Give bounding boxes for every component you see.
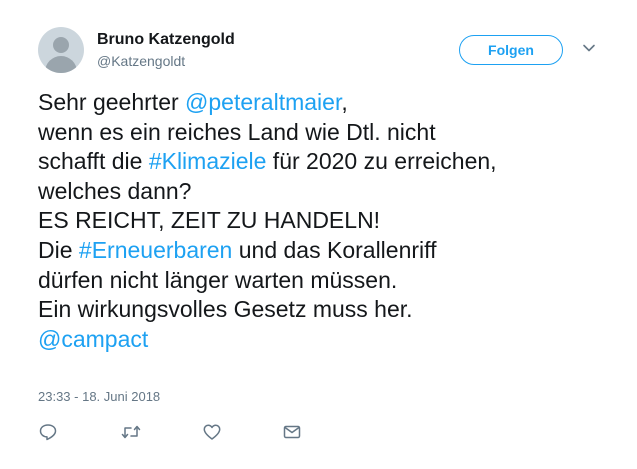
follow-button-label: Folgen [488, 42, 534, 58]
tweet-text-line: schafft die #Klimaziele für 2020 zu erre… [38, 147, 598, 177]
tweet-text-line: Die #Erneuerbaren und das Korallenriff [38, 236, 598, 266]
tweet-text-segment: dürfen nicht länger warten müssen. [38, 266, 398, 293]
tweet-text-segment: Die [38, 236, 79, 263]
author-name[interactable]: Bruno Katzengold [97, 31, 235, 49]
tweet-text-line: Sehr geehrter @peteraltmaier, [38, 88, 598, 118]
retweet-icon[interactable] [120, 422, 142, 444]
tweet-text-segment: wenn es ein reiches Land wie Dtl. nicht [38, 118, 436, 145]
tweet-text-segment: ES REICHT, ZEIT ZU HANDELN! [38, 207, 381, 234]
tweet-text-line: ES REICHT, ZEIT ZU HANDELN! [38, 206, 598, 236]
avatar[interactable] [38, 27, 84, 73]
mention-link[interactable]: @campact [38, 326, 148, 352]
mention-link[interactable]: @peteraltmaier [185, 89, 341, 115]
tweet-text-segment: Ein wirkungsvolles Gesetz muss her. [38, 296, 413, 323]
tweet-text-segment: , [341, 89, 348, 115]
direct-message-icon[interactable] [282, 422, 304, 444]
tweet-text-line: dürfen nicht länger warten müssen. [38, 266, 598, 296]
tweet-text-segment: welches dann? [38, 177, 192, 204]
tweet-text-segment: schafft die [38, 148, 149, 175]
avatar-head [53, 37, 69, 53]
chevron-down-icon[interactable] [582, 41, 596, 55]
follow-button[interactable]: Folgen [459, 35, 563, 65]
avatar-body [45, 56, 77, 73]
tweet-text: Sehr geehrter @peteraltmaier, wenn es ein… [38, 88, 598, 354]
tweet-text-segment: und das Korallenriff [232, 236, 437, 263]
like-icon[interactable] [202, 422, 224, 444]
reply-icon[interactable] [38, 422, 60, 444]
tweet-text-segment: für 2020 zu erreichen, [266, 148, 497, 175]
author-handle[interactable]: @Katzengoldt [97, 53, 185, 69]
tweet-text-segment: Sehr geehrter [38, 89, 186, 115]
tweet-text-line: wenn es ein reiches Land wie Dtl. nicht [38, 118, 598, 148]
tweet-text-line: welches dann? [38, 177, 598, 207]
tweet-text-line: @campact [38, 325, 598, 355]
tweet-text-line: Ein wirkungsvolles Gesetz muss her. [38, 295, 598, 325]
tweet-timestamp[interactable]: 23:33 - 18. Juni 2018 [38, 389, 160, 404]
hashtag-link[interactable]: #Klimaziele [149, 148, 267, 174]
hashtag-link[interactable]: #Erneuerbaren [79, 237, 232, 263]
